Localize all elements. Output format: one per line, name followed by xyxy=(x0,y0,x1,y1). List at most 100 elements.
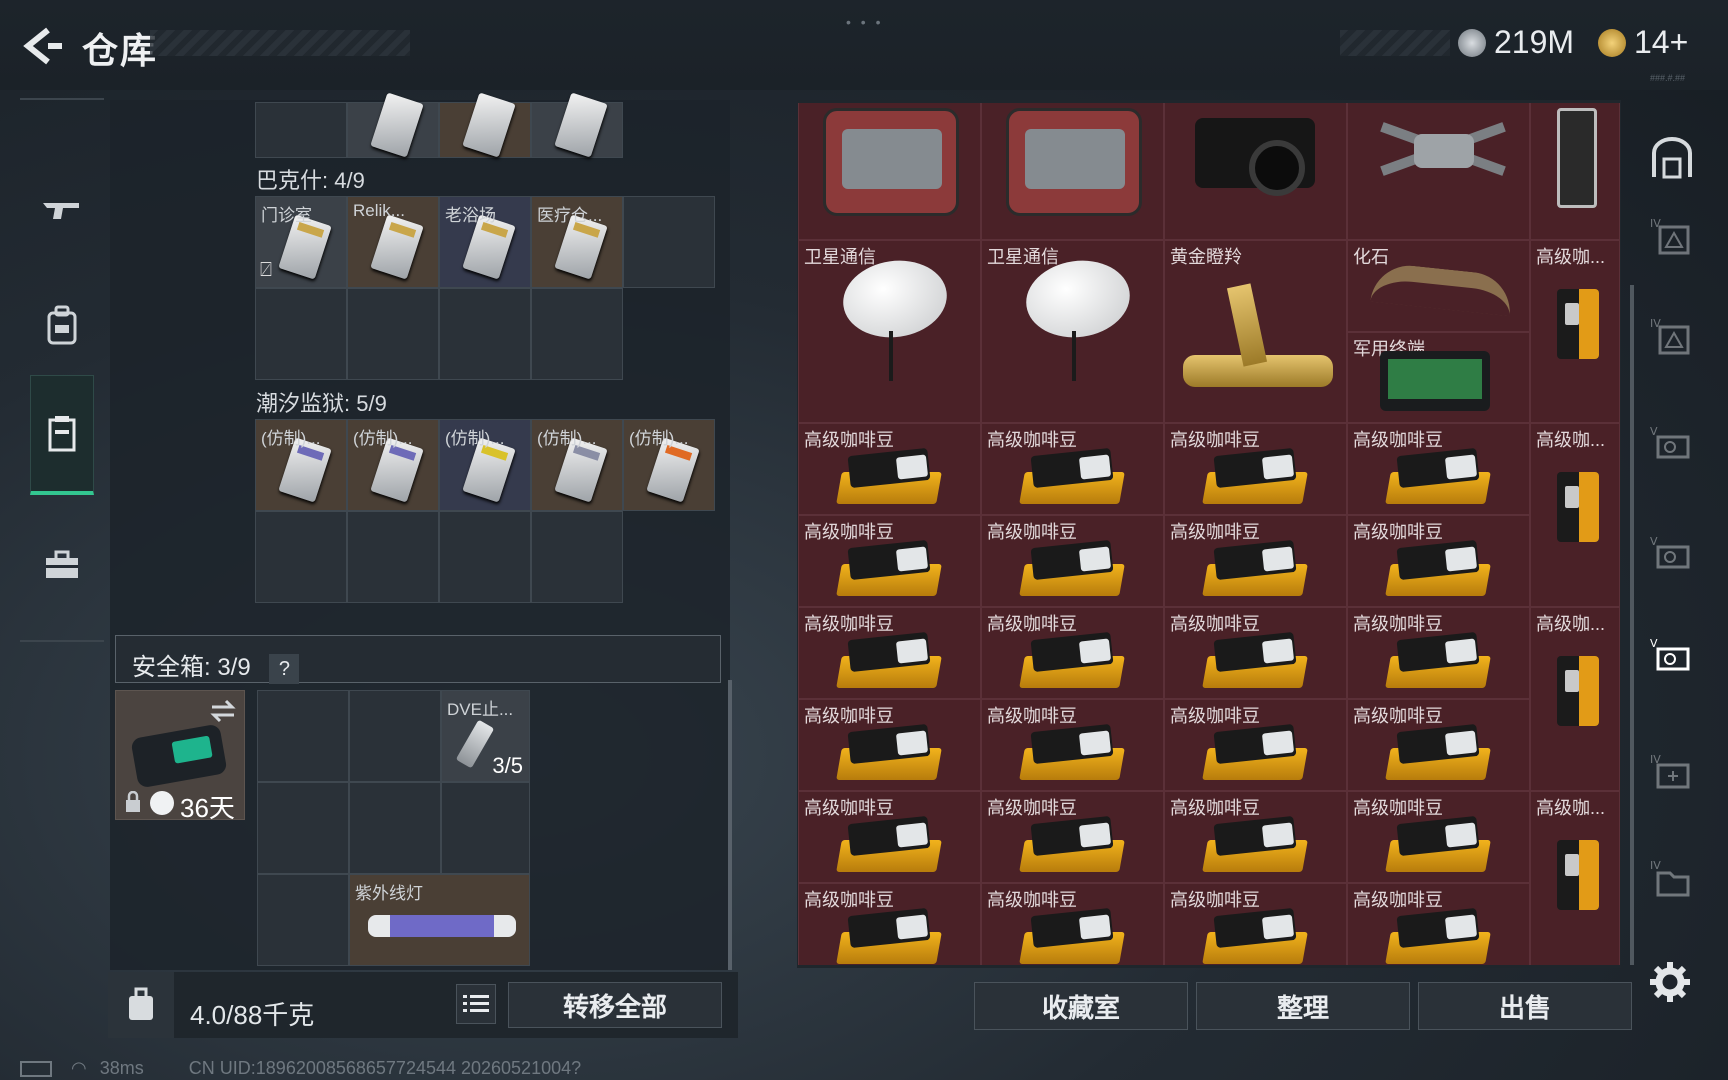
premium-coffee-slot[interactable]: 高级咖啡豆 xyxy=(798,607,981,699)
warehouse-iv-1-icon[interactable]: IV xyxy=(1650,215,1694,259)
radio-item-slot[interactable] xyxy=(798,103,981,240)
premium-coffee-slot[interactable]: 高级咖啡豆 xyxy=(1347,699,1530,791)
uv-lamp-slot[interactable]: 紫外线灯 xyxy=(349,874,530,966)
item-name: 高级咖... xyxy=(1536,798,1606,818)
premium-coffee-slot[interactable]: 高级咖啡豆 xyxy=(798,791,981,883)
premium-coffee-slot[interactable]: 高级咖啡豆 xyxy=(798,883,981,965)
premium-coffee-slot[interactable]: 高级咖啡豆 xyxy=(981,423,1164,515)
key-card-slot[interactable]: (仿制)... xyxy=(531,419,623,511)
military-terminal-item-slot[interactable]: 军用终端 xyxy=(1347,332,1530,423)
premium-coffee-slot[interactable]: 高级咖啡豆 xyxy=(981,883,1164,965)
premium-coffee-bag-slot[interactable]: 高级咖... xyxy=(1530,791,1620,965)
premium-coffee-slot[interactable]: 高级咖啡豆 xyxy=(1164,883,1347,965)
empty-slot[interactable] xyxy=(531,288,623,380)
item-slot[interactable] xyxy=(347,92,439,158)
item-name: 高级咖... xyxy=(1536,614,1606,634)
warehouse-v-2-icon[interactable]: V xyxy=(1650,533,1694,577)
warehouse-v-1-icon[interactable]: V xyxy=(1650,423,1694,467)
empty-slot[interactable] xyxy=(531,511,623,603)
drag-handle[interactable]: • • • xyxy=(846,14,883,30)
key-card-slot[interactable]: (仿制)... xyxy=(623,419,715,511)
empty-slot[interactable] xyxy=(257,690,349,782)
satellite-item-slot[interactable]: 卫星通信 xyxy=(981,240,1164,423)
transfer-all-button[interactable]: 转移全部 xyxy=(508,982,722,1028)
premium-coffee-slot[interactable]: 高级咖啡豆 xyxy=(1347,791,1530,883)
key-card-slot[interactable]: (仿制)... xyxy=(439,419,531,511)
key-card-slot[interactable]: 医疗仓... xyxy=(531,196,623,288)
collection-room-button[interactable]: 收藏室 xyxy=(974,982,1188,1030)
gpu-item-slot[interactable] xyxy=(1530,103,1620,240)
premium-coffee-bag-slot[interactable]: 高级咖... xyxy=(1530,423,1620,607)
coffee-bean-image xyxy=(1202,446,1308,506)
premium-coffee-slot[interactable]: 高级咖啡豆 xyxy=(1347,607,1530,699)
premium-coffee-slot[interactable]: 高级咖啡豆 xyxy=(798,515,981,607)
premium-coffee-slot[interactable]: 高级咖啡豆 xyxy=(1164,791,1347,883)
empty-slot[interactable] xyxy=(257,874,349,966)
premium-coffee-bag-slot[interactable]: 高级咖... xyxy=(1530,240,1620,423)
premium-coffee-slot[interactable]: 高级咖啡豆 xyxy=(1347,515,1530,607)
satellite-item-slot[interactable]: 卫星通信 xyxy=(798,240,981,423)
premium-coffee-slot[interactable]: 高级咖啡豆 xyxy=(1164,699,1347,791)
premium-coffee-slot[interactable]: 高级咖啡豆 xyxy=(1164,607,1347,699)
stash-scrollbar[interactable] xyxy=(1630,285,1634,965)
vault-icon[interactable] xyxy=(1650,137,1694,181)
list-view-button[interactable] xyxy=(456,984,496,1024)
item-slot[interactable]: ⍁ xyxy=(255,102,366,158)
empty-slot[interactable] xyxy=(255,511,347,603)
warehouse-iv-4-icon[interactable]: IV xyxy=(1650,857,1694,901)
nav-toolbox[interactable] xyxy=(30,505,94,625)
fossil-item-slot[interactable]: 化石 xyxy=(1347,240,1530,332)
empty-slot[interactable] xyxy=(349,690,441,782)
empty-slot[interactable] xyxy=(439,511,531,603)
premium-coffee-slot[interactable]: 高级咖啡豆 xyxy=(981,699,1164,791)
nav-container[interactable] xyxy=(30,375,94,495)
premium-coffee-slot[interactable]: 高级咖啡豆 xyxy=(981,515,1164,607)
back-arrow-icon[interactable] xyxy=(18,22,66,70)
empty-slot[interactable] xyxy=(255,288,347,380)
premium-coffee-slot[interactable]: 高级咖啡豆 xyxy=(981,607,1164,699)
item-slot[interactable] xyxy=(439,92,531,158)
premium-coffee-slot[interactable]: 高级咖啡豆 xyxy=(1164,423,1347,515)
coffee-bag-image xyxy=(1557,656,1599,726)
premium-coffee-slot[interactable]: 高级咖啡豆 xyxy=(981,791,1164,883)
warehouse-iv-3-icon[interactable]: IV xyxy=(1650,751,1694,795)
left-scrollbar[interactable] xyxy=(728,680,732,970)
nav-backpack[interactable] xyxy=(30,265,94,385)
premium-coffee-bag-slot[interactable]: 高级咖... xyxy=(1530,607,1620,791)
empty-slot[interactable] xyxy=(347,511,439,603)
key-card-slot[interactable]: Relik... xyxy=(347,196,439,288)
dve-item-slot[interactable]: DVE止... 3/5 xyxy=(441,690,530,782)
empty-slot[interactable] xyxy=(257,782,349,874)
organize-button[interactable]: 整理 xyxy=(1196,982,1410,1030)
empty-slot[interactable] xyxy=(349,782,441,874)
safe-case[interactable]: 36天 xyxy=(115,690,245,823)
premium-coffee-slot[interactable]: 高级咖啡豆 xyxy=(1347,423,1530,515)
camera-item-slot[interactable] xyxy=(1164,103,1347,240)
left-nav xyxy=(20,98,104,642)
swap-icon[interactable] xyxy=(210,699,236,723)
help-icon[interactable]: ? xyxy=(269,654,300,684)
premium-coffee-slot[interactable]: 高级咖啡豆 xyxy=(1347,883,1530,965)
premium-coffee-slot[interactable]: 高级咖啡豆 xyxy=(798,423,981,515)
warehouse-v-3-icon[interactable]: V xyxy=(1650,635,1694,679)
golden-gazelle-item-slot[interactable]: 黄金瞪羚 xyxy=(1164,240,1347,423)
empty-slot[interactable] xyxy=(439,288,531,380)
key-card-slot[interactable]: 门诊室 ⍁ xyxy=(255,196,347,288)
key-card-slot[interactable]: (仿制)... xyxy=(347,419,439,511)
empty-slot[interactable] xyxy=(623,196,715,288)
sell-button[interactable]: 出售 xyxy=(1418,982,1632,1030)
key-card-slot[interactable]: 老浴场 xyxy=(439,196,531,288)
item-slot[interactable] xyxy=(531,92,623,158)
drone-item-slot[interactable] xyxy=(1347,103,1530,240)
coffee-bean-image xyxy=(1019,814,1125,874)
settings-gear-icon[interactable] xyxy=(1648,960,1692,1004)
premium-coffee-slot[interactable]: 高级咖啡豆 xyxy=(1164,515,1347,607)
key-card-slot[interactable]: (仿制)... xyxy=(255,419,347,511)
nav-weapon[interactable] xyxy=(30,150,94,270)
radio-item-slot[interactable] xyxy=(981,103,1164,240)
premium-coffee-slot[interactable]: 高级咖啡豆 xyxy=(798,699,981,791)
coffee-bean-image xyxy=(1019,538,1125,598)
warehouse-iv-2-icon[interactable]: IV xyxy=(1650,315,1694,359)
empty-slot[interactable] xyxy=(441,782,530,874)
empty-slot[interactable] xyxy=(347,288,439,380)
